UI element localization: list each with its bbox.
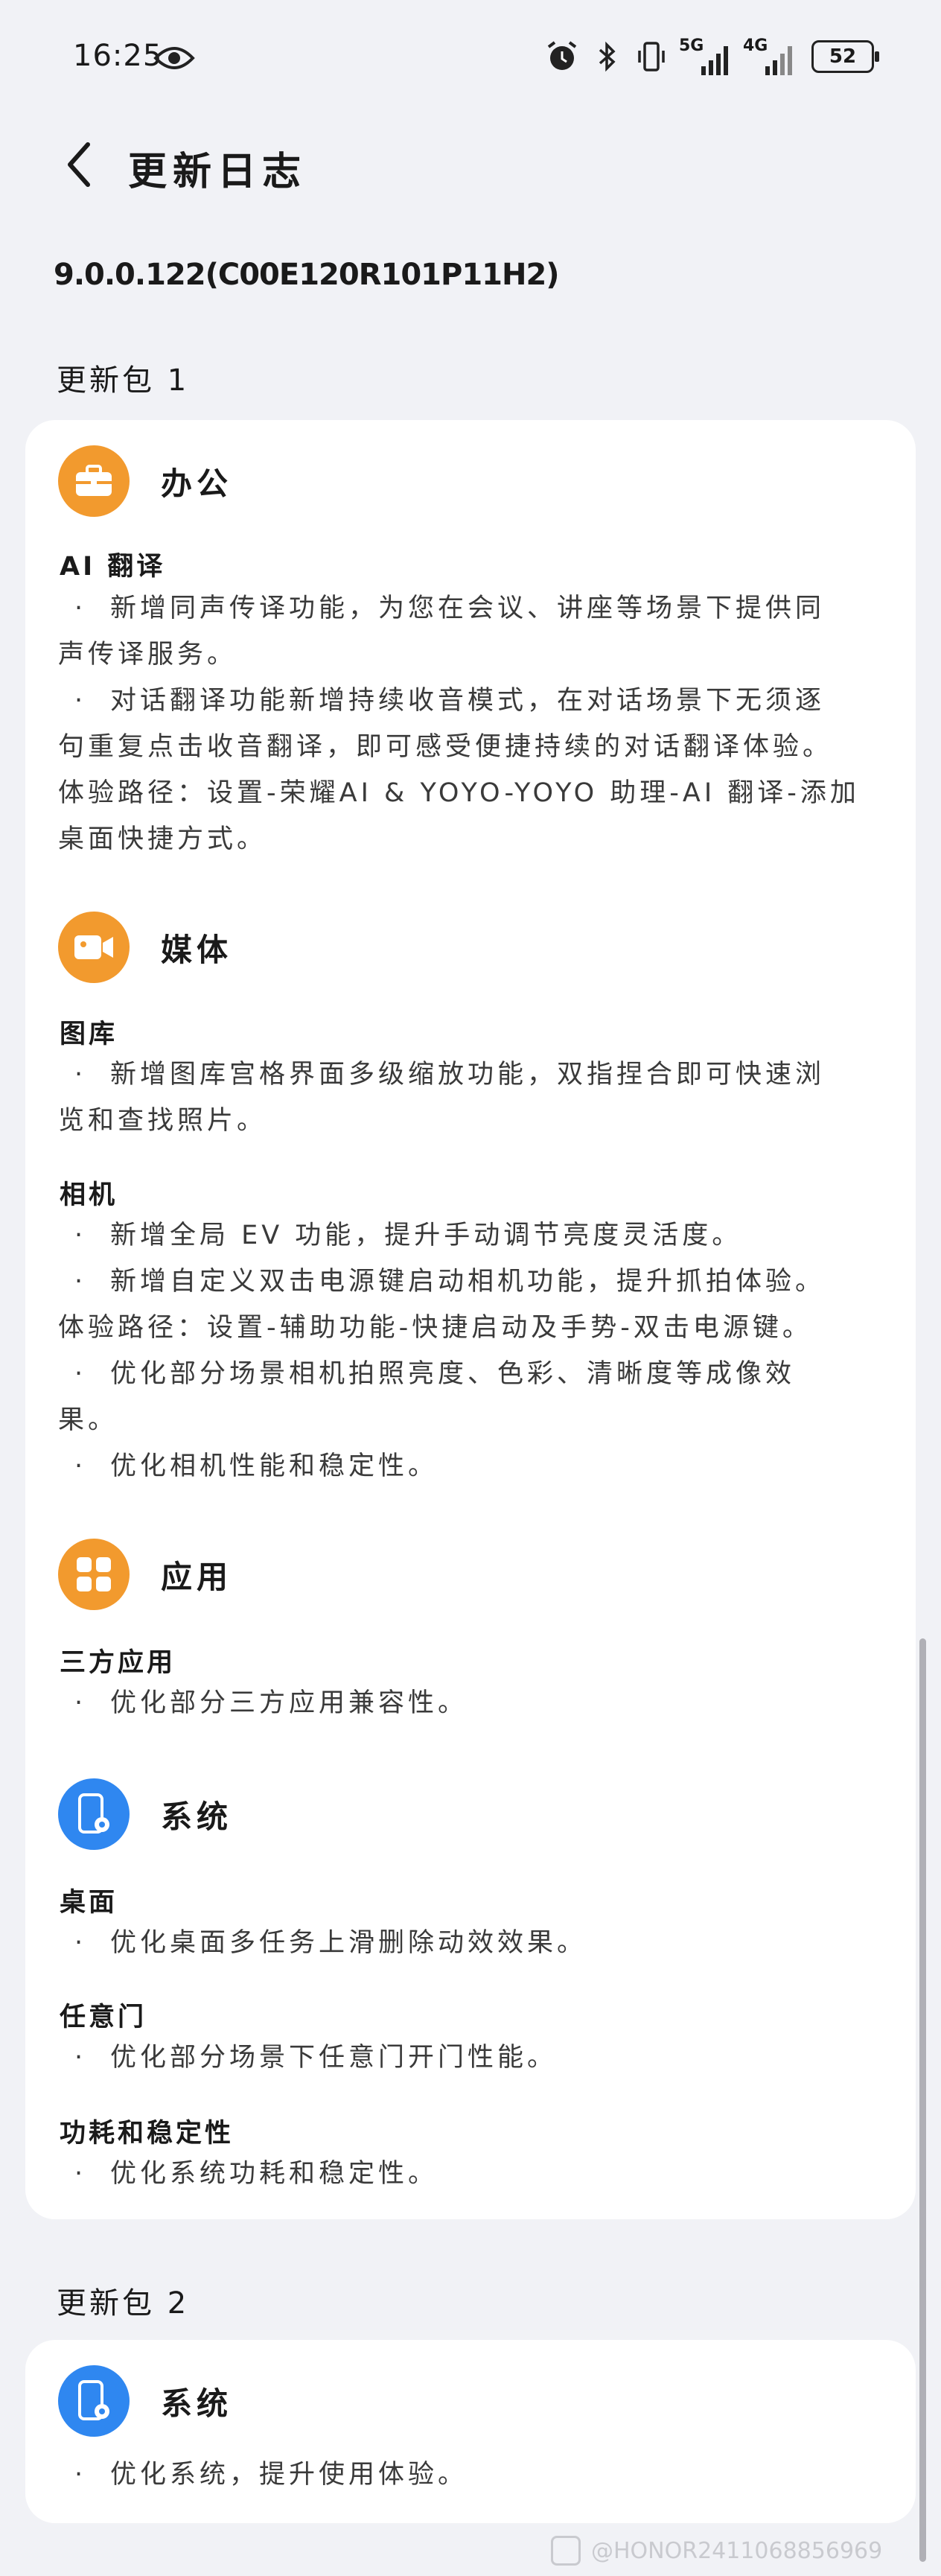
section-body: · 新增全局 EV 功能，提升手动调节亮度灵活度。 · 新增自定义双击电源键启动相机… [58,1212,916,1489]
section-title: 功耗和稳定性 [60,2119,235,2149]
phone-settings-icon [58,1778,130,1850]
category-system: 系统 [58,2365,232,2437]
list-item: · 优化系统功耗和稳定性。 [74,2159,438,2189]
package-1-card: 办公 AI 翻译 · 新增同声传译功能，为您在会议、讲座等场景下提供同 声传译服务… [25,420,916,2219]
section-body: · 优化桌面多任务上滑删除动效效果。 [58,1920,916,1966]
list-item: · 新增同声传译功能，为您在会议、讲座等场景下提供同 [74,594,826,623]
section-title: 三方应用 [60,1648,176,1678]
package-2-label: 更新包 2 [57,2286,190,2321]
section-body: · 优化系统功耗和稳定性。 [58,2151,916,2197]
list-item: · 优化系统，提升使用体验。 [74,2460,468,2490]
list-item: · 优化部分三方应用兼容性。 [74,1688,468,1718]
category-apps: 应用 [58,1539,232,1610]
list-item-continued: 声传译服务。 [58,640,237,670]
battery-icon: 52 [811,40,879,73]
category-title: 办公 [161,465,233,502]
category-title: 媒体 [161,931,233,968]
bluetooth-icon [599,41,616,72]
section-title: 相机 [60,1180,118,1210]
package-1-label: 更新包 1 [57,363,190,398]
section-title: 任意门 [60,2003,147,2032]
list-item: · 优化部分场景相机拍照亮度、色彩、清晰度等成像效 [74,1359,796,1389]
category-title: 应用 [161,1558,233,1595]
list-item: · 优化部分场景下任意门开门性能。 [74,2043,558,2073]
section-body: · 新增图库宫格界面多级缩放功能，双指捏合即可快速浏 览和查找照片。 [58,1052,916,1144]
list-item: · 新增图库宫格界面多级缩放功能，双指捏合即可快速浏 [74,1060,826,1090]
category-system: 系统 [58,1778,232,1850]
path-text: 体验路径：设置-荣耀AI & YOYO-YOYO 助理-AI 翻译-添加 [58,778,860,808]
category-office: 办公 [58,445,232,517]
vibrate-icon [638,42,665,71]
honor-logo-icon [551,2536,581,2566]
list-item: · 对话翻译功能新增持续收音模式，在对话场景下无须逐 [74,686,826,716]
scrollbar[interactable] [919,1638,926,2562]
eye-icon [153,47,195,69]
status-icons: 5G 4G 52 [545,34,879,79]
category-title: 系统 [161,2385,233,2422]
section-title: 桌面 [60,1888,118,1918]
section-body: · 优化部分场景下任意门开门性能。 [58,2035,916,2081]
update-log-screen: 16:25 5G 4G 52 更新日志 9.0.0.122(C00E120R10… [0,0,941,2576]
signal-icon [765,46,792,75]
category-title: 系统 [161,1798,233,1835]
category-media: 媒体 [58,912,232,983]
status-bar: 16:25 5G 4G 52 [0,0,941,119]
video-camera-icon [58,912,130,983]
page-title: 更新日志 [128,150,307,194]
section-title: 图库 [60,1020,118,1049]
briefcase-icon [58,445,130,517]
list-item: · 新增自定义双击电源键启动相机功能，提升抓拍体验。 [74,1267,826,1297]
list-item-continued: 览和查找照片。 [58,1106,267,1136]
signal-5g: 5G [679,36,733,75]
watermark: @HONOR2411068856969 [551,2536,882,2566]
signal-4g: 4G [743,36,797,75]
section-body: · 优化系统，提升使用体验。 [58,2452,916,2498]
apps-grid-icon [58,1539,130,1610]
list-item: · 优化相机性能和稳定性。 [74,1451,438,1481]
alarm-icon [547,41,577,70]
version-number: 9.0.0.122(C00E120R101P11H2) [54,258,560,292]
status-time: 16:25 [73,39,163,73]
path-text-continued: 桌面快捷方式。 [58,824,267,854]
battery-level: 52 [829,45,857,68]
section-body: · 优化部分三方应用兼容性。 [58,1680,916,1726]
section-title: AI 翻译 [60,552,166,582]
list-item-continued: 果。 [58,1405,118,1435]
list-item: · 新增全局 EV 功能，提升手动调节亮度灵活度。 [74,1221,742,1250]
list-item: · 优化桌面多任务上滑删除动效效果。 [74,1928,587,1958]
section-body: · 新增同声传译功能，为您在会议、讲座等场景下提供同 声传译服务。 · 对话翻译功能… [58,585,916,862]
signal-icon [701,46,728,75]
back-arrow-icon[interactable] [63,140,95,189]
watermark-text: @HONOR2411068856969 [591,2537,883,2564]
package-2-card: 系统 · 优化系统，提升使用体验。 [25,2340,916,2523]
phone-settings-icon [58,2365,130,2437]
path-text: 体验路径：设置-辅助功能-快捷启动及手势-双击电源键。 [58,1313,812,1343]
list-item-continued: 句重复点击收音翻译，即可感受便捷持续的对话翻译体验。 [58,732,833,762]
